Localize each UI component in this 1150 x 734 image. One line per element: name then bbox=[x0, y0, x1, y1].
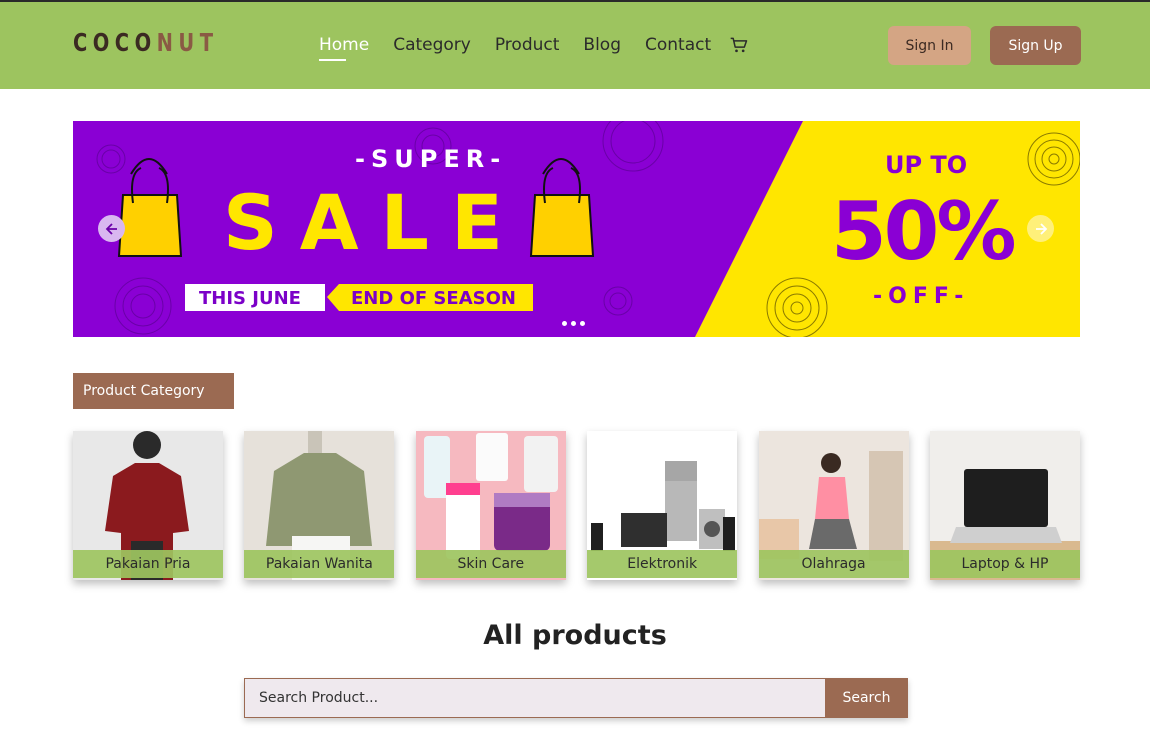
nav-home[interactable]: Home bbox=[319, 35, 369, 61]
section-label-category: Product Category bbox=[73, 373, 234, 409]
search-button[interactable]: Search bbox=[825, 678, 908, 718]
product-search: Search bbox=[244, 678, 908, 718]
category-card-olahraga[interactable]: Olahraga bbox=[758, 431, 909, 580]
percent-text: 50% bbox=[831, 185, 1014, 278]
next-slide-button[interactable] bbox=[1027, 215, 1054, 242]
slide-dot[interactable] bbox=[562, 321, 567, 326]
off-text: -OFF- bbox=[873, 284, 969, 309]
search-input[interactable] bbox=[244, 678, 825, 718]
nav-blog[interactable]: Blog bbox=[583, 35, 621, 55]
category-caption: Pakaian Wanita bbox=[244, 550, 395, 578]
slide-dot[interactable] bbox=[571, 321, 576, 326]
category-caption: Pakaian Pria bbox=[73, 550, 223, 578]
category-caption: Laptop & HP bbox=[929, 550, 1080, 578]
category-caption: Elektronik bbox=[587, 550, 738, 578]
site-header: COCONUT Home Category Product Blog Conta… bbox=[0, 2, 1150, 89]
cart-icon[interactable] bbox=[729, 35, 749, 55]
category-card-laptop-hp[interactable]: Laptop & HP bbox=[929, 431, 1080, 580]
up-to-text: UP TO bbox=[885, 151, 967, 179]
slide-dot[interactable] bbox=[580, 321, 585, 326]
super-text: -SUPER- bbox=[355, 145, 506, 173]
nav-category[interactable]: Category bbox=[393, 35, 471, 55]
prev-slide-button[interactable] bbox=[98, 215, 125, 242]
category-card-elektronik[interactable]: Elektronik bbox=[587, 431, 738, 580]
sale-text: SALE bbox=[223, 178, 525, 267]
category-card-pakaian-pria[interactable]: Pakaian Pria bbox=[73, 431, 223, 580]
category-list: Pakaian Pria Pakaian Wanita Skin Care El… bbox=[73, 431, 1080, 580]
category-card-skin-care[interactable]: Skin Care bbox=[415, 431, 566, 580]
banner-artwork: -SUPER- SALE THIS JUNE END OF SEASON UP … bbox=[73, 121, 1080, 337]
category-caption: Skin Care bbox=[415, 550, 566, 578]
end-of-season-text: END OF SEASON bbox=[351, 288, 516, 309]
sign-in-button[interactable]: Sign In bbox=[888, 26, 971, 65]
category-caption: Olahraga bbox=[758, 550, 909, 578]
arrow-right-icon bbox=[1035, 222, 1047, 235]
main-nav: Home Category Product Blog Contact bbox=[319, 35, 749, 61]
section-title-all-products: All products bbox=[483, 620, 667, 651]
this-june-text: THIS JUNE bbox=[199, 288, 301, 309]
sign-up-button[interactable]: Sign Up bbox=[990, 26, 1081, 65]
arrow-left-icon bbox=[105, 222, 117, 235]
promo-banner[interactable]: -SUPER- SALE THIS JUNE END OF SEASON UP … bbox=[73, 121, 1080, 337]
slide-indicators bbox=[562, 321, 589, 326]
nav-product[interactable]: Product bbox=[495, 35, 560, 55]
logo[interactable]: COCONUT bbox=[73, 28, 218, 57]
category-card-pakaian-wanita[interactable]: Pakaian Wanita bbox=[244, 431, 395, 580]
nav-contact[interactable]: Contact bbox=[645, 35, 711, 55]
